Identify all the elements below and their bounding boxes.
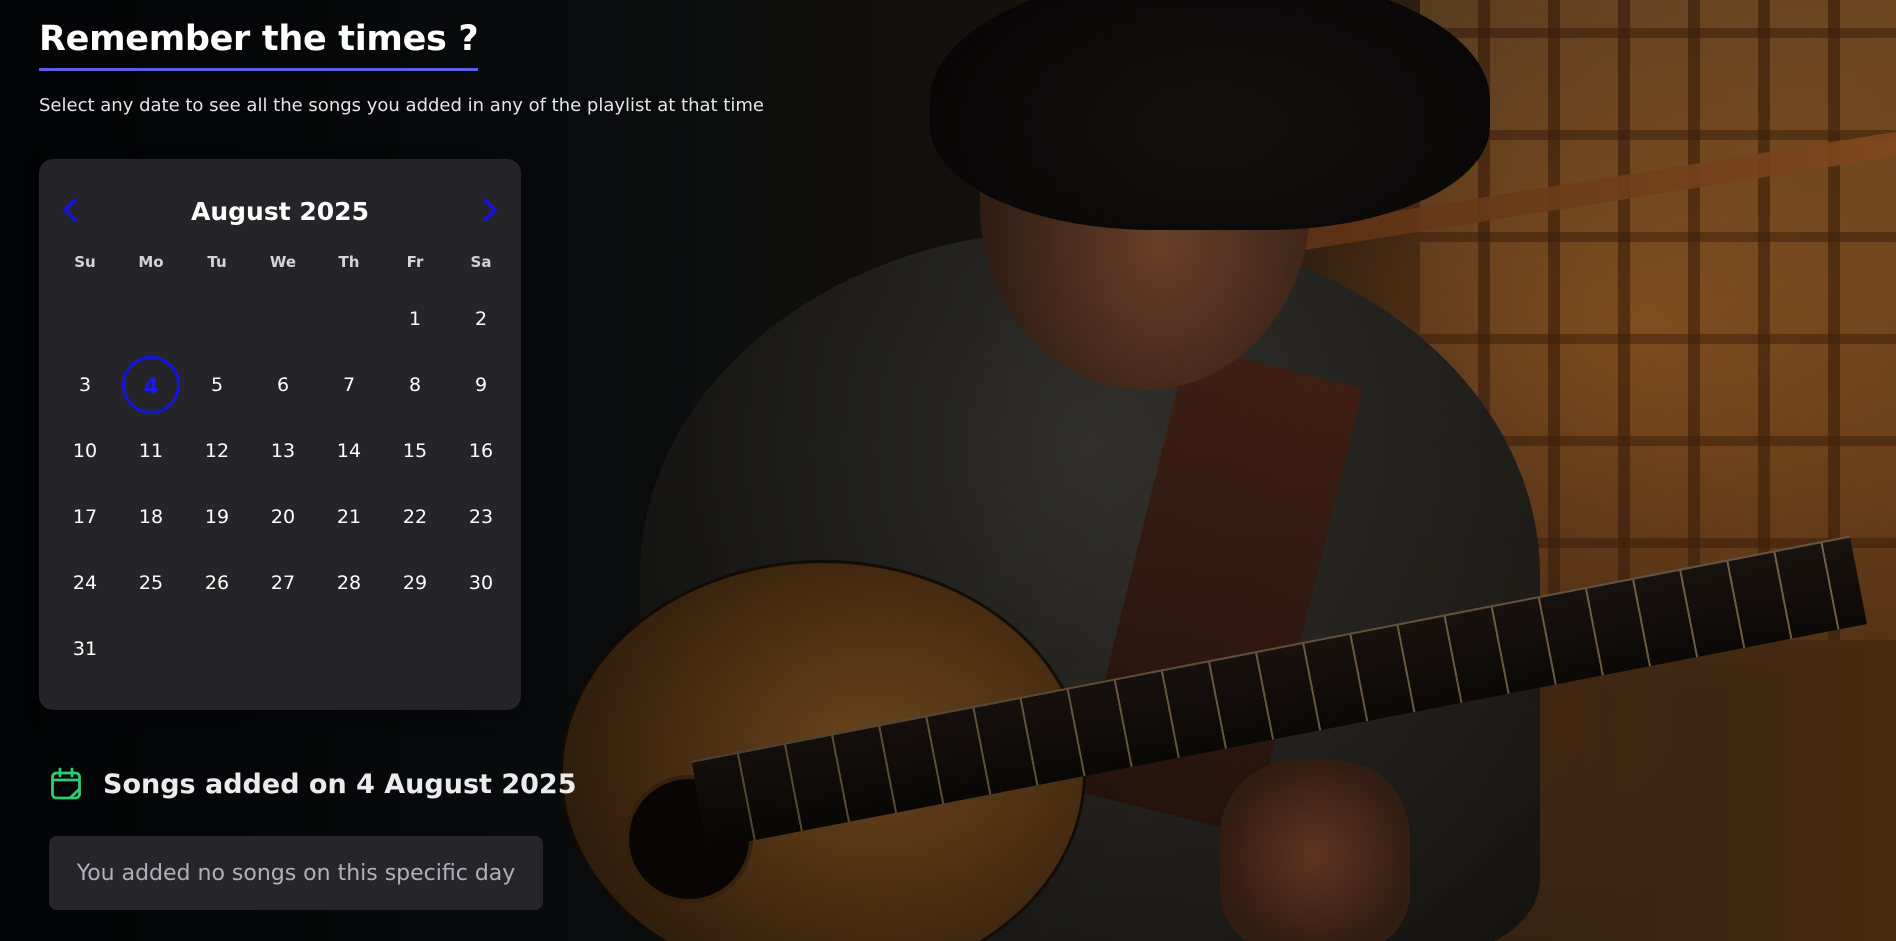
calendar-day[interactable]: 30 [452, 554, 510, 612]
date-picker-calendar: August 2025 Su Mo Tu We Th Fr Sa 1 2 3 4 5 6 7 8 9 10 11… [39, 159, 521, 710]
main-content: Remember the times ? Select any date to … [0, 0, 1896, 941]
calendar-day[interactable]: 6 [254, 356, 312, 414]
calendar-day[interactable]: 14 [320, 422, 378, 480]
calendar-day[interactable]: 29 [386, 554, 444, 612]
weekday-label: Mo [138, 253, 164, 271]
calendar-day[interactable]: 17 [56, 488, 114, 546]
weekday-label: We [269, 253, 297, 271]
calendar-day[interactable]: 1 [386, 290, 444, 348]
weekday-header-row: Su Mo Tu We Th Fr Sa [39, 253, 521, 273]
songs-section-heading: Songs added on 4 August 2025 [50, 766, 576, 802]
calendar-day[interactable]: 15 [386, 422, 444, 480]
calendar-day[interactable]: 26 [188, 554, 246, 612]
calendar-day[interactable]: 25 [122, 554, 180, 612]
calendar-day[interactable]: 27 [254, 554, 312, 612]
calendar-day[interactable]: 11 [122, 422, 180, 480]
calendar-day[interactable]: 28 [320, 554, 378, 612]
calendar-day[interactable]: 22 [386, 488, 444, 546]
calendar-day[interactable]: 9 [452, 356, 510, 414]
next-month-button[interactable] [477, 197, 503, 223]
calendar-day[interactable]: 7 [320, 356, 378, 414]
calendar-day[interactable]: 21 [320, 488, 378, 546]
weekday-label: Th [338, 253, 360, 271]
calendar-day[interactable]: 31 [56, 620, 114, 678]
calendar-icon [51, 767, 81, 800]
calendar-day[interactable]: 20 [254, 488, 312, 546]
calendar-day[interactable]: 23 [452, 488, 510, 546]
weekday-label: Sa [470, 253, 492, 271]
chevron-right-icon [483, 198, 497, 222]
calendar-day[interactable]: 3 [56, 356, 114, 414]
calendar-day[interactable]: 24 [56, 554, 114, 612]
calendar-day-selected[interactable]: 4 [122, 356, 180, 414]
calendar-day[interactable]: 12 [188, 422, 246, 480]
page-subtitle: Select any date to see all the songs you… [39, 95, 764, 116]
weekday-label: Su [74, 253, 96, 271]
weekday-label: Fr [406, 253, 424, 271]
calendar-day[interactable]: 10 [56, 422, 114, 480]
page-title: Remember the times ? [39, 19, 479, 71]
calendar-day[interactable]: 8 [386, 356, 444, 414]
calendar-day[interactable]: 18 [122, 488, 180, 546]
calendar-day[interactable]: 16 [452, 422, 510, 480]
weekday-label: Tu [207, 253, 227, 271]
empty-songs-message: You added no songs on this specific day [76, 860, 516, 886]
calendar-day[interactable]: 2 [452, 290, 510, 348]
calendar-day[interactable]: 13 [254, 422, 312, 480]
calendar-month-label: August 2025 [191, 197, 369, 226]
songs-heading-text: Songs added on 4 August 2025 [103, 768, 577, 800]
calendar-day[interactable]: 5 [188, 356, 246, 414]
calendar-day[interactable]: 19 [188, 488, 246, 546]
empty-songs-message-box: You added no songs on this specific day [49, 836, 543, 910]
